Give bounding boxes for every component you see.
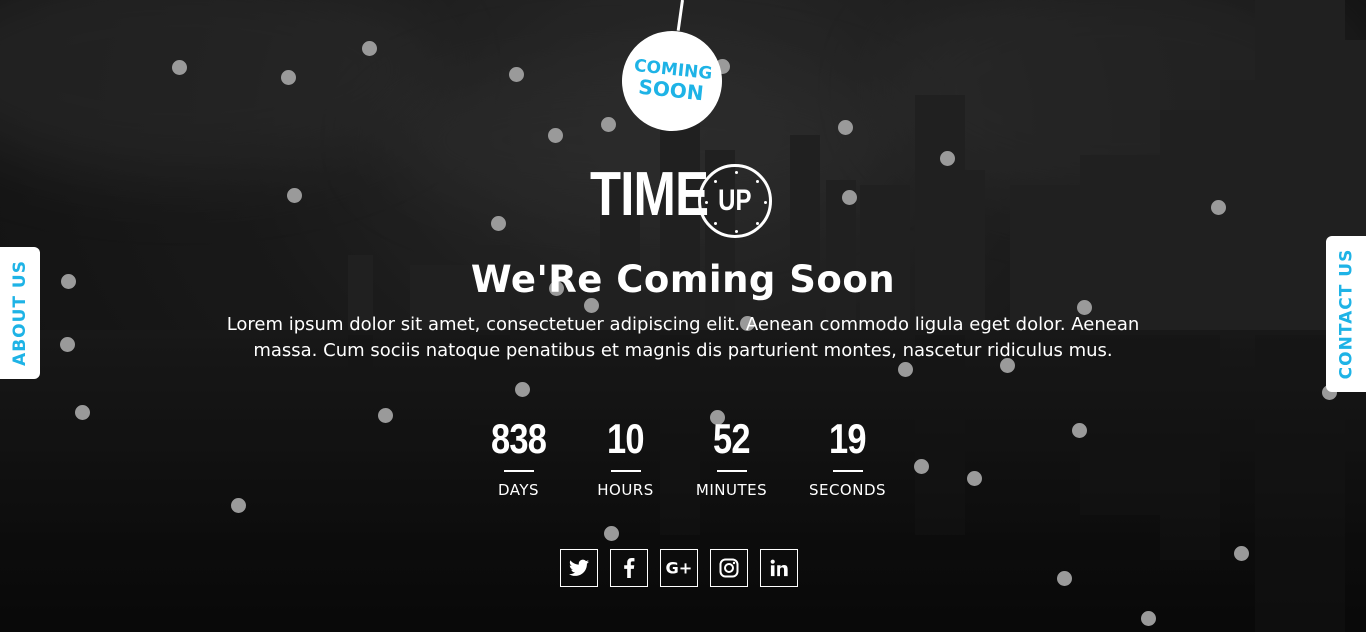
about-us-tab[interactable]: ABOUT US [0, 247, 40, 379]
countdown-value: 838 [490, 415, 547, 462]
twitter-button[interactable] [560, 549, 598, 587]
twitter-icon [569, 559, 589, 576]
instagram-icon [719, 558, 739, 578]
facebook-icon [624, 558, 635, 578]
countdown-days: 838 DAYS [469, 415, 569, 500]
google-plus-button[interactable]: G+ [660, 549, 698, 587]
facebook-button[interactable] [610, 549, 648, 587]
contact-us-label: CONTACT US [1336, 248, 1357, 380]
page-title: We'Re Coming Soon [470, 258, 896, 301]
divider [716, 470, 747, 472]
linkedin-icon [770, 559, 788, 577]
site-logo[interactable]: TIME UP [590, 160, 772, 238]
contact-us-tab[interactable]: CONTACT US [1326, 236, 1366, 392]
divider [832, 470, 863, 472]
countdown-value: 52 [713, 415, 750, 462]
countdown-label: HOURS [597, 481, 654, 499]
divider [610, 470, 641, 472]
countdown-minutes: 52 MINUTES [682, 415, 782, 500]
social-links: G+ [560, 549, 798, 587]
about-us-label: ABOUT US [10, 260, 30, 366]
countdown-label: MINUTES [695, 481, 768, 499]
logo-clock-text: UP [718, 184, 752, 217]
svg-text:G+: G+ [666, 559, 693, 577]
countdown-value: 19 [829, 415, 866, 462]
countdown-label: DAYS [497, 481, 540, 499]
linkedin-button[interactable] [760, 549, 798, 587]
countdown-value: 10 [607, 415, 644, 462]
page-description: Lorem ipsum dolor sit amet, consectetuer… [226, 314, 1140, 361]
google-plus-icon: G+ [666, 559, 693, 577]
countdown-hours: 10 HOURS [576, 415, 676, 500]
divider [503, 470, 534, 472]
logo-word: TIME [590, 160, 709, 229]
countdown-seconds: 19 SECONDS [798, 415, 898, 500]
countdown-label: SECONDS [808, 481, 887, 499]
countdown-timer: 838 DAYS 10 HOURS 52 MINUTES 19 SECONDS [0, 415, 1366, 500]
badge-line-2: SOON [637, 74, 705, 106]
clock-icon: UP [698, 164, 772, 238]
instagram-button[interactable] [710, 549, 748, 587]
